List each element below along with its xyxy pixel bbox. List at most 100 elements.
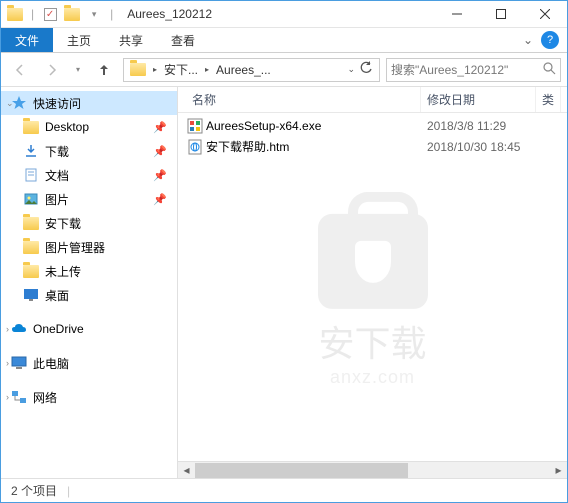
expand-icon[interactable]: › [6, 392, 9, 402]
navigation-pane: ⌄ 快速访问 Desktop 📌 下载 📌 文档📌 图片 📌 安下载 图片管理器 未上… [1, 87, 178, 478]
address-bar[interactable]: ▸ 安下... ▸ Aurees_... ⌄ [123, 58, 380, 82]
sidebar-item-pictures[interactable]: 图片 📌 [1, 187, 177, 211]
collapse-icon[interactable]: ⌄ [6, 98, 14, 109]
sidebar-quick-access[interactable]: ⌄ 快速访问 [1, 91, 177, 115]
quick-check-icon[interactable]: ✓ [42, 6, 58, 22]
computer-icon [11, 355, 27, 371]
sidebar-item-picmgr[interactable]: 图片管理器 [1, 235, 177, 259]
item-count: 2 个项目 [11, 482, 57, 499]
file-name: AureesSetup-x64.exe [204, 119, 421, 133]
status-bar: 2 个项目 | [1, 478, 567, 502]
htm-icon [186, 139, 204, 155]
sidebar-item-desktop[interactable]: Desktop 📌 [1, 115, 177, 139]
sidebar-onedrive[interactable]: › OneDrive [1, 317, 177, 341]
tab-share[interactable]: 共享 [105, 28, 157, 52]
sidebar-item-label: 下载 [45, 143, 69, 160]
network-icon [11, 389, 27, 405]
sidebar-item-label: OneDrive [33, 322, 84, 336]
sidebar-item-label: 网络 [33, 389, 57, 406]
pictures-icon [23, 191, 39, 207]
scroll-thumb[interactable] [195, 463, 408, 478]
expand-icon[interactable]: › [6, 324, 9, 334]
documents-icon [23, 167, 39, 183]
cloud-icon [11, 321, 27, 337]
pin-icon: 📌 [153, 193, 167, 206]
file-name: 安下载帮助.htm [204, 138, 421, 155]
sidebar-item-desktop2[interactable]: 桌面 [1, 283, 177, 307]
folder-icon [23, 215, 39, 231]
folder-root-icon[interactable] [126, 59, 150, 81]
column-date[interactable]: 修改日期 [421, 87, 536, 112]
pin-icon: 📌 [153, 121, 167, 134]
folder-context-icon[interactable] [64, 6, 80, 22]
nav-back-button[interactable] [7, 57, 33, 83]
sidebar-item-label: 图片 [45, 191, 69, 208]
refresh-button[interactable] [359, 61, 373, 78]
search-icon[interactable] [543, 62, 556, 78]
ribbon-tabs: 文件 主页 共享 查看 ⌄ ? [1, 28, 567, 53]
expand-icon[interactable]: › [6, 358, 9, 368]
tab-home[interactable]: 主页 [53, 28, 105, 52]
watermark: 安下载 anxz.com [318, 214, 428, 388]
watermark-sub: anxz.com [318, 367, 428, 388]
watermark-text: 安下载 [318, 315, 428, 367]
address-dropdown-icon[interactable]: ⌄ [347, 64, 355, 75]
breadcrumb-seg[interactable]: 安下... [160, 59, 202, 81]
installer-icon [186, 118, 204, 134]
search-placeholder: 搜索"Aurees_120212" [391, 61, 508, 78]
file-view: 名称 修改日期 类 安下载 anxz.com AureesSetup-x64.e… [178, 87, 567, 478]
sidebar-network[interactable]: › 网络 [1, 385, 177, 409]
nav-recent-dropdown[interactable]: ▾ [71, 57, 85, 83]
pin-icon: 📌 [153, 145, 167, 158]
sidebar-item-label: 此电脑 [33, 355, 69, 372]
sidebar-item-label: 图片管理器 [45, 239, 105, 256]
folder-icon [23, 239, 39, 255]
sidebar-item-label: 文档 [45, 167, 69, 184]
expand-ribbon-icon[interactable]: ⌄ [523, 33, 533, 47]
sidebar-item-unuploaded[interactable]: 未上传 [1, 259, 177, 283]
window-title: Aurees_120212 [127, 7, 212, 21]
column-type[interactable]: 类 [536, 87, 561, 112]
horizontal-scrollbar[interactable]: ◂ ▸ [178, 461, 567, 478]
scroll-track[interactable] [195, 462, 550, 479]
help-button[interactable]: ? [541, 31, 559, 49]
qat-dropdown-icon[interactable]: ▾ [86, 6, 102, 22]
folder-icon [23, 119, 39, 135]
scroll-left-button[interactable]: ◂ [178, 462, 195, 479]
sidebar-item-anxiazai[interactable]: 安下载 [1, 211, 177, 235]
scroll-right-button[interactable]: ▸ [550, 462, 567, 479]
file-list[interactable]: 安下载 anxz.com AureesSetup-x64.exe 2018/3/… [178, 113, 567, 461]
sidebar-item-label: 桌面 [45, 287, 69, 304]
close-button[interactable] [523, 1, 567, 28]
column-name[interactable]: 名称 [186, 87, 421, 112]
sidebar-item-documents[interactable]: 文档📌 [1, 163, 177, 187]
sidebar-thispc[interactable]: › 此电脑 [1, 351, 177, 375]
folder-shortcut-icon[interactable] [7, 6, 23, 22]
nav-up-button[interactable] [91, 57, 117, 83]
nav-forward-button[interactable] [39, 57, 65, 83]
file-row[interactable]: 安下载帮助.htm 2018/10/30 18:45 [178, 136, 567, 157]
search-input[interactable]: 搜索"Aurees_120212" [386, 58, 561, 82]
nav-bar: ▾ ▸ 安下... ▸ Aurees_... ⌄ 搜索"Aurees_12021… [1, 53, 567, 87]
tab-file[interactable]: 文件 [1, 28, 53, 52]
file-date: 2018/10/30 18:45 [421, 140, 536, 154]
sidebar-item-label: 快速访问 [33, 95, 81, 112]
minimize-button[interactable] [435, 1, 479, 28]
separator: | [67, 484, 70, 498]
title-bar: | ✓ ▾ | Aurees_120212 [1, 1, 567, 28]
downloads-icon [23, 143, 39, 159]
separator: | [31, 7, 34, 21]
desktop-icon [23, 287, 39, 303]
column-headers: 名称 修改日期 类 [178, 87, 567, 113]
separator: | [110, 7, 113, 21]
file-row[interactable]: AureesSetup-x64.exe 2018/3/8 11:29 [178, 115, 567, 136]
file-date: 2018/3/8 11:29 [421, 119, 536, 133]
sidebar-item-label: Desktop [45, 120, 89, 134]
sidebar-item-downloads[interactable]: 下载 📌 [1, 139, 177, 163]
breadcrumb-seg[interactable]: Aurees_... [212, 59, 275, 81]
sidebar-item-label: 未上传 [45, 263, 81, 280]
tab-view[interactable]: 查看 [157, 28, 209, 52]
chevron-right-icon[interactable]: ▸ [150, 65, 160, 74]
maximize-button[interactable] [479, 1, 523, 28]
chevron-right-icon[interactable]: ▸ [202, 65, 212, 74]
